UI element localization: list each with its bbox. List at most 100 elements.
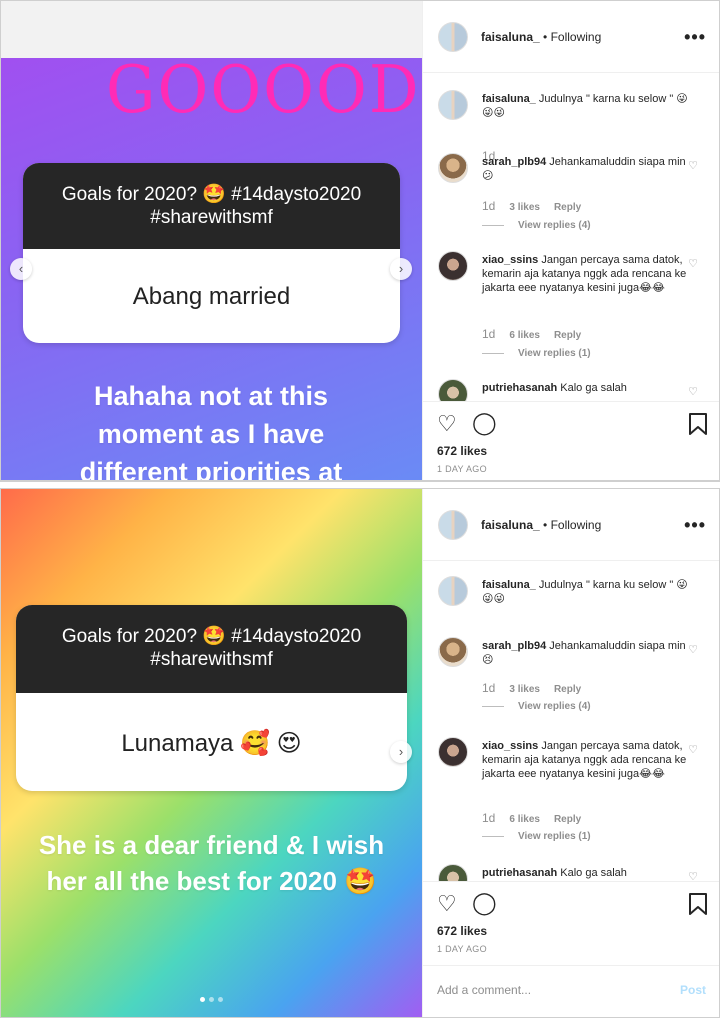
comment-text: xiao_ssins Jangan percaya sama datok, ke… xyxy=(482,253,690,295)
carousel-dot xyxy=(209,997,214,1002)
likes-count[interactable]: 672 likes xyxy=(437,924,487,938)
view-replies[interactable]: View replies (1) xyxy=(482,831,591,842)
comments-list[interactable]: faisaluna_ Judulnya " karna ku selow " 😜… xyxy=(423,73,719,401)
comment-meta: 1d 3 likes Reply xyxy=(482,681,595,695)
comment-time[interactable]: 1d xyxy=(482,199,495,213)
view-replies-label[interactable]: View replies (1) xyxy=(518,831,591,842)
comment-text: faisaluna_ Judulnya " karna ku selow " 😜… xyxy=(482,92,690,120)
follow-status[interactable]: Following xyxy=(551,518,602,532)
comment-username[interactable]: putriehasanah xyxy=(482,382,557,394)
comment-username[interactable]: faisaluna_ xyxy=(482,579,536,591)
heart-icon[interactable]: ♡ xyxy=(437,413,457,435)
question-text: Goals for 2020? 🤩 #14daysto2020 #sharewi… xyxy=(23,163,400,249)
likes-count[interactable]: 672 likes xyxy=(437,444,487,458)
view-replies[interactable]: View replies (4) xyxy=(482,701,591,712)
story-caption: Hahaha not at this moment as I have diff… xyxy=(79,381,343,481)
comment-heart-icon[interactable]: ♡ xyxy=(688,159,698,172)
post-panel-2: Goals for 2020? 🤩 #14daysto2020 #sharewi… xyxy=(0,488,720,1018)
avatar[interactable] xyxy=(438,510,468,540)
chevron-right-icon[interactable]: › xyxy=(390,741,412,763)
carousel-dots xyxy=(200,997,223,1002)
reply-button[interactable]: Reply xyxy=(554,202,581,213)
story-image-2[interactable]: Goals for 2020? 🤩 #14daysto2020 #sharewi… xyxy=(1,489,422,1017)
comment-username[interactable]: sarah_plb94 xyxy=(482,640,546,652)
bookmark-icon[interactable] xyxy=(689,893,707,919)
avatar[interactable] xyxy=(438,153,468,183)
replies-line xyxy=(482,705,504,707)
post-time[interactable]: 1 DAY AGO xyxy=(437,464,487,474)
comment-text: putriehasanah Kalo ga salah xyxy=(482,381,690,395)
avatar[interactable] xyxy=(438,637,468,667)
comment-heart-icon[interactable]: ♡ xyxy=(688,385,698,398)
post-actions: ♡ ◯ 672 likes 1 DAY AGO xyxy=(423,881,719,965)
reply-button[interactable]: Reply xyxy=(554,814,581,825)
bookmark-icon[interactable] xyxy=(689,413,707,439)
post-sidebar: faisaluna_ • Following ••• faisaluna_ Ju… xyxy=(422,1,719,480)
avatar[interactable] xyxy=(438,576,468,606)
comment-likes[interactable]: 3 likes xyxy=(509,684,540,695)
post-sidebar: faisaluna_ • Following ••• faisaluna_ Ju… xyxy=(422,489,719,1017)
comment-likes[interactable]: 3 likes xyxy=(509,202,540,213)
view-replies-label[interactable]: View replies (4) xyxy=(518,220,591,231)
comment-icon[interactable]: ◯ xyxy=(472,892,497,914)
comment-username[interactable]: faisaluna_ xyxy=(482,93,536,105)
avatar[interactable] xyxy=(438,90,468,120)
comment-time[interactable]: 1d xyxy=(482,811,495,825)
view-replies-label[interactable]: View replies (1) xyxy=(518,348,591,359)
follow-status[interactable]: Following xyxy=(551,30,602,44)
avatar[interactable] xyxy=(438,864,468,881)
header-username[interactable]: faisaluna_ xyxy=(481,518,540,532)
comment-likes[interactable]: 6 likes xyxy=(509,814,540,825)
reply-button[interactable]: Reply xyxy=(554,330,581,341)
comment-text: faisaluna_ Judulnya " karna ku selow " 😜… xyxy=(482,578,690,606)
comment-icon[interactable]: ◯ xyxy=(472,412,497,434)
comment-text: xiao_ssins Jangan percaya sama datok, ke… xyxy=(482,739,690,781)
view-replies[interactable]: View replies (4) xyxy=(482,220,591,231)
question-sticker: Goals for 2020? 🤩 #14daysto2020 #sharewi… xyxy=(16,605,407,791)
chevron-right-icon[interactable]: › xyxy=(390,258,412,280)
avatar[interactable] xyxy=(438,22,468,52)
avatar[interactable] xyxy=(438,737,468,767)
panel-divider xyxy=(0,481,720,488)
post-button[interactable]: Post xyxy=(680,983,706,997)
comment-username[interactable]: putriehasanah xyxy=(482,867,557,879)
avatar[interactable] xyxy=(438,251,468,281)
story-sticker-text: GOOOOD xyxy=(106,51,421,128)
comment-input[interactable]: Add a comment... xyxy=(437,983,531,997)
more-options-icon[interactable]: ••• xyxy=(684,515,706,536)
post-time[interactable]: 1 DAY AGO xyxy=(437,944,487,954)
chevron-left-icon[interactable]: ‹ xyxy=(10,258,32,280)
comment-username[interactable]: xiao_ssins xyxy=(482,254,538,266)
more-options-icon[interactable]: ••• xyxy=(684,27,706,48)
comment-heart-icon[interactable]: ♡ xyxy=(688,257,698,270)
view-replies-label[interactable]: View replies (4) xyxy=(518,701,591,712)
reply-button[interactable]: Reply xyxy=(554,684,581,695)
replies-line xyxy=(482,224,504,226)
comment-time[interactable]: 1d xyxy=(482,681,495,695)
post-panel-1: GOOOOD Goals for 2020? 🤩 #14daysto2020 #… xyxy=(0,0,720,481)
header-separator: • xyxy=(539,518,551,532)
avatar[interactable] xyxy=(438,379,468,401)
comment-likes[interactable]: 6 likes xyxy=(509,330,540,341)
post-actions: ♡ ◯ 672 likes 1 DAY AGO xyxy=(423,401,719,480)
header-user: faisaluna_ • Following xyxy=(481,518,601,532)
answer-text: Lunamaya 🥰 😍 xyxy=(121,730,302,757)
comment-username[interactable]: xiao_ssins xyxy=(482,740,538,752)
story-top-band xyxy=(1,1,422,58)
header-username[interactable]: faisaluna_ xyxy=(481,30,540,44)
comment-heart-icon[interactable]: ♡ xyxy=(688,743,698,756)
comment-time[interactable]: 1d xyxy=(482,327,495,341)
comment-meta: 1d 6 likes Reply xyxy=(482,327,595,341)
story-image-1[interactable]: GOOOOD Goals for 2020? 🤩 #14daysto2020 #… xyxy=(1,1,422,481)
heart-icon[interactable]: ♡ xyxy=(437,893,457,915)
comment-meta: 1d 6 likes Reply xyxy=(482,811,595,825)
story-caption: She is a dear friend & I wish her all th… xyxy=(38,830,385,896)
view-replies[interactable]: View replies (1) xyxy=(482,348,591,359)
comment-heart-icon[interactable]: ♡ xyxy=(688,643,698,656)
comment-heart-icon[interactable]: ♡ xyxy=(688,870,698,881)
bookmark-shape xyxy=(689,893,707,915)
post-header: faisaluna_ • Following ••• xyxy=(423,1,719,73)
comment-text: putriehasanah Kalo ga salah xyxy=(482,866,690,880)
comments-list[interactable]: faisaluna_ Judulnya " karna ku selow " 😜… xyxy=(423,561,719,881)
comment-username[interactable]: sarah_plb94 xyxy=(482,156,546,168)
